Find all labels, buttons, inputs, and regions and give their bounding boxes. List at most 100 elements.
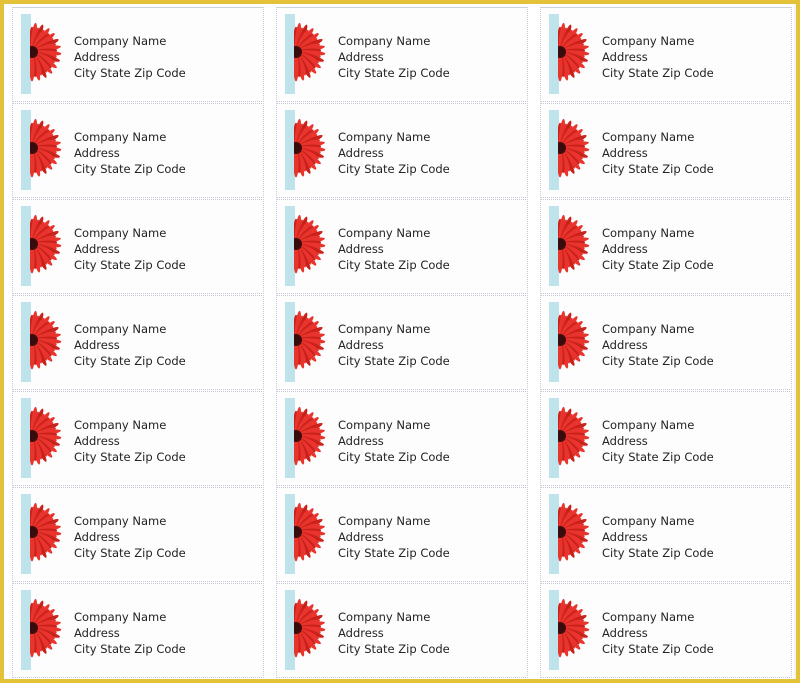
company-name: Company Name xyxy=(74,418,167,432)
gerbera-flower-icon xyxy=(30,598,62,658)
address-label[interactable]: Company Name Address City State Zip Code xyxy=(276,487,528,582)
address-label[interactable]: Company Name Address City State Zip Code xyxy=(540,487,792,582)
address-line: Address xyxy=(602,626,648,640)
city-state-zip: City State Zip Code xyxy=(602,450,714,464)
address-line: Address xyxy=(74,530,120,544)
address-line: Address xyxy=(602,242,648,256)
company-name: Company Name xyxy=(74,34,167,48)
address-label[interactable]: Company Name Address City State Zip Code xyxy=(276,199,528,294)
company-name: Company Name xyxy=(338,226,431,240)
city-state-zip: City State Zip Code xyxy=(602,354,714,368)
city-state-zip: City State Zip Code xyxy=(74,258,186,272)
label-sheet: Company Name Address City State Zip Code… xyxy=(4,4,796,679)
address-line: Address xyxy=(74,146,120,160)
label-text: Company Name Address City State Zip Code xyxy=(74,225,186,273)
gerbera-flower-icon xyxy=(294,502,326,562)
label-text: Company Name Address City State Zip Code xyxy=(602,417,714,465)
city-state-zip: City State Zip Code xyxy=(338,546,450,560)
address-line: Address xyxy=(338,626,384,640)
address-line: Address xyxy=(602,530,648,544)
address-label[interactable]: Company Name Address City State Zip Code xyxy=(540,583,792,678)
address-line: Address xyxy=(338,530,384,544)
address-label[interactable]: Company Name Address City State Zip Code xyxy=(276,103,528,198)
company-name: Company Name xyxy=(602,34,695,48)
city-state-zip: City State Zip Code xyxy=(74,354,186,368)
company-name: Company Name xyxy=(338,514,431,528)
label-text: Company Name Address City State Zip Code xyxy=(74,321,186,369)
city-state-zip: City State Zip Code xyxy=(74,162,186,176)
company-name: Company Name xyxy=(74,130,167,144)
label-text: Company Name Address City State Zip Code xyxy=(602,33,714,81)
company-name: Company Name xyxy=(602,130,695,144)
gerbera-flower-icon xyxy=(558,310,590,370)
city-state-zip: City State Zip Code xyxy=(338,354,450,368)
label-text: Company Name Address City State Zip Code xyxy=(74,609,186,657)
company-name: Company Name xyxy=(338,418,431,432)
company-name: Company Name xyxy=(338,34,431,48)
address-line: Address xyxy=(602,146,648,160)
city-state-zip: City State Zip Code xyxy=(338,642,450,656)
address-label[interactable]: Company Name Address City State Zip Code xyxy=(12,391,264,486)
label-text: Company Name Address City State Zip Code xyxy=(338,33,450,81)
label-text: Company Name Address City State Zip Code xyxy=(74,513,186,561)
address-line: Address xyxy=(74,434,120,448)
city-state-zip: City State Zip Code xyxy=(602,642,714,656)
address-label[interactable]: Company Name Address City State Zip Code xyxy=(276,295,528,390)
gerbera-flower-icon xyxy=(30,118,62,178)
address-line: Address xyxy=(338,434,384,448)
city-state-zip: City State Zip Code xyxy=(74,450,186,464)
address-label[interactable]: Company Name Address City State Zip Code xyxy=(540,103,792,198)
label-text: Company Name Address City State Zip Code xyxy=(602,609,714,657)
label-text: Company Name Address City State Zip Code xyxy=(74,417,186,465)
gerbera-flower-icon xyxy=(558,118,590,178)
address-line: Address xyxy=(74,338,120,352)
gerbera-flower-icon xyxy=(30,22,62,82)
gerbera-flower-icon xyxy=(294,598,326,658)
address-label[interactable]: Company Name Address City State Zip Code xyxy=(12,583,264,678)
address-line: Address xyxy=(602,50,648,64)
company-name: Company Name xyxy=(338,610,431,624)
address-line: Address xyxy=(338,242,384,256)
city-state-zip: City State Zip Code xyxy=(602,258,714,272)
address-line: Address xyxy=(602,338,648,352)
gerbera-flower-icon xyxy=(294,118,326,178)
gerbera-flower-icon xyxy=(558,502,590,562)
label-text: Company Name Address City State Zip Code xyxy=(602,225,714,273)
address-label[interactable]: Company Name Address City State Zip Code xyxy=(540,295,792,390)
city-state-zip: City State Zip Code xyxy=(74,66,186,80)
company-name: Company Name xyxy=(602,322,695,336)
address-label[interactable]: Company Name Address City State Zip Code xyxy=(276,583,528,678)
city-state-zip: City State Zip Code xyxy=(602,546,714,560)
gerbera-flower-icon xyxy=(30,502,62,562)
address-label[interactable]: Company Name Address City State Zip Code xyxy=(12,199,264,294)
city-state-zip: City State Zip Code xyxy=(602,162,714,176)
company-name: Company Name xyxy=(74,226,167,240)
label-text: Company Name Address City State Zip Code xyxy=(338,129,450,177)
city-state-zip: City State Zip Code xyxy=(338,66,450,80)
gerbera-flower-icon xyxy=(558,214,590,274)
address-line: Address xyxy=(338,50,384,64)
company-name: Company Name xyxy=(602,226,695,240)
company-name: Company Name xyxy=(602,418,695,432)
address-label[interactable]: Company Name Address City State Zip Code xyxy=(12,487,264,582)
gerbera-flower-icon xyxy=(30,310,62,370)
address-label[interactable]: Company Name Address City State Zip Code xyxy=(12,295,264,390)
address-label[interactable]: Company Name Address City State Zip Code xyxy=(540,199,792,294)
label-text: Company Name Address City State Zip Code xyxy=(338,417,450,465)
company-name: Company Name xyxy=(74,610,167,624)
city-state-zip: City State Zip Code xyxy=(338,450,450,464)
address-label[interactable]: Company Name Address City State Zip Code xyxy=(276,391,528,486)
address-label[interactable]: Company Name Address City State Zip Code xyxy=(540,7,792,102)
address-label[interactable]: Company Name Address City State Zip Code xyxy=(12,103,264,198)
gerbera-flower-icon xyxy=(558,406,590,466)
address-label[interactable]: Company Name Address City State Zip Code xyxy=(540,391,792,486)
gerbera-flower-icon xyxy=(294,310,326,370)
label-text: Company Name Address City State Zip Code xyxy=(74,129,186,177)
address-label[interactable]: Company Name Address City State Zip Code xyxy=(12,7,264,102)
address-label[interactable]: Company Name Address City State Zip Code xyxy=(276,7,528,102)
city-state-zip: City State Zip Code xyxy=(338,258,450,272)
city-state-zip: City State Zip Code xyxy=(602,66,714,80)
address-line: Address xyxy=(74,50,120,64)
address-line: Address xyxy=(74,242,120,256)
address-line: Address xyxy=(338,146,384,160)
